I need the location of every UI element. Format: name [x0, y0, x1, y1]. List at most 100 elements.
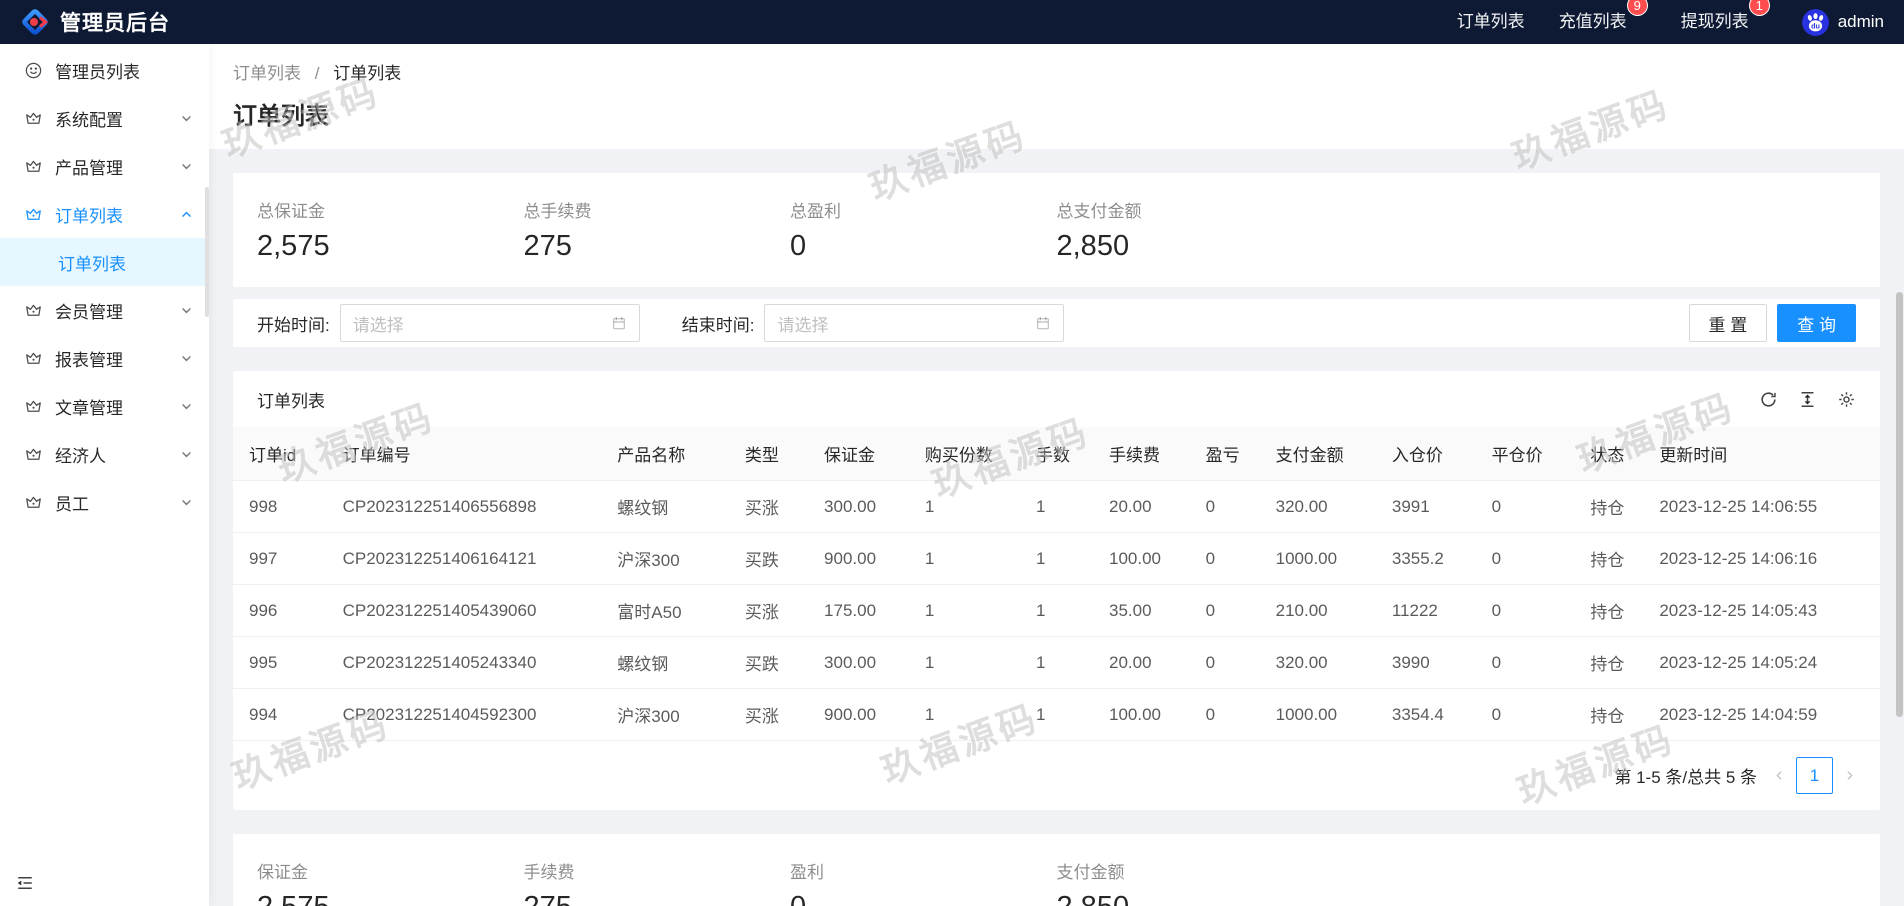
start-time-input[interactable]: 请选择 [339, 304, 640, 342]
content-area: 总保证金 2,575 总手续费 275 总盈利 0 总支付金额 2,850 开始时间: 请选择… [209, 149, 1904, 906]
prev-page-button[interactable] [1773, 769, 1786, 782]
breadcrumb-item[interactable]: 订单列表 [233, 64, 301, 83]
calendar-icon [1037, 317, 1050, 330]
table-cell: 1 [908, 480, 1020, 533]
page-number-button[interactable]: 1 [1796, 757, 1833, 794]
sidebar-item-label: 订单列表 [55, 206, 123, 226]
svg-text:du: du [1811, 21, 1820, 30]
setting-icon[interactable] [1837, 390, 1856, 409]
crown-icon [24, 349, 43, 368]
table-row-2: 996 CP202312251405439060 富时A50 买涨 175.00 1 1 35… [233, 584, 1880, 637]
stat-1: 总手续费 275 [524, 197, 791, 263]
table-row-3: 995 CP202312251405243340 螺纹钢 买跌 300.00 1 1 20.0… [233, 636, 1880, 689]
sidebar-item-label: 系统配置 [55, 110, 123, 130]
table-cell: 买涨 [728, 584, 809, 637]
table-cell: 900.00 [808, 532, 909, 585]
table-cell: 320.00 [1259, 636, 1376, 689]
start-time-label: 开始时间: [257, 315, 330, 335]
table-cell: 210.00 [1259, 584, 1376, 637]
sidebar-item-9[interactable]: 员工 [0, 478, 209, 526]
chevron-down-icon [180, 496, 193, 509]
table-header-row: 订单id 订单编号 产品名称 类型 保证金 购买份数 手数 手续费 盈亏 支付金额 入仓价 平仓价 状态… [233, 427, 1880, 481]
page-header: 订单列表 / 订单列表 订单列表 [209, 44, 1904, 149]
reload-icon[interactable] [1759, 390, 1778, 409]
stat-1: 手续费 275 [524, 858, 791, 906]
stat-label: 保证金 [257, 863, 308, 882]
table-cell: 2023-12-25 14:04:59 [1643, 688, 1880, 741]
column-header: 手续费 [1092, 427, 1190, 481]
crown-icon [24, 205, 43, 224]
table-cell: CP202312251404592300 [326, 688, 602, 741]
sidebar-item-2[interactable]: 产品管理 [0, 142, 209, 190]
stat-value: 2,575 [257, 230, 330, 262]
column-header: 类型 [728, 427, 809, 481]
next-page-button[interactable] [1843, 769, 1856, 782]
column-header: 状态 [1574, 427, 1644, 481]
orders-table: 订单id 订单编号 产品名称 类型 保证金 购买份数 手数 手续费 盈亏 支付金额 入仓价 平仓价 状态… [233, 427, 1880, 741]
search-button[interactable]: 查 询 [1777, 304, 1856, 342]
stat-value: 275 [524, 891, 791, 906]
scrollbar[interactable] [1896, 292, 1903, 717]
column-header: 平仓价 [1475, 427, 1575, 481]
nav-link-1[interactable]: 充值列表9 [1542, 0, 1664, 31]
table-toolbar [1759, 390, 1856, 409]
sidebar-collapse-button[interactable] [0, 864, 209, 906]
table-cell: 997 [233, 532, 327, 585]
table-cell: 沪深300 [601, 532, 729, 585]
column-height-icon[interactable] [1798, 390, 1817, 409]
table-cell: 900.00 [808, 688, 909, 741]
chevron-down-icon [180, 304, 193, 317]
user-menu[interactable]: du admin [1801, 8, 1884, 36]
sidebar-item-7[interactable]: 文章管理 [0, 382, 209, 430]
stat-label: 支付金额 [1056, 863, 1125, 882]
smile-icon [24, 61, 43, 80]
end-time-input[interactable]: 请选择 [764, 304, 1065, 342]
sidebar-item-0[interactable]: 管理员列表 [0, 46, 209, 94]
nav-link-0[interactable]: 订单列表 [1440, 12, 1542, 31]
table-cell: 3990 [1375, 636, 1476, 689]
start-time-filter: 开始时间: 请选择 [257, 304, 640, 342]
table-cell: 1 [1019, 636, 1093, 689]
stat-value: 2,850 [1057, 891, 1324, 906]
sidebar-item-label: 订单列表 [58, 254, 126, 274]
sidebar-item-label: 产品管理 [55, 158, 123, 178]
navbar-links: 订单列表 充值列表9提现列表1 [1440, 0, 1786, 44]
table-cell: 0 [1189, 532, 1260, 585]
chevron-up-icon [180, 208, 193, 221]
username[interactable]: admin [1838, 12, 1884, 32]
sidebar-item-8[interactable]: 经济人 [0, 430, 209, 478]
orders-table-card: 订单列表 订单id 订单编号 产品名称 类型 保证金 购买份数 手数 手续费 盈亏 支付金额 入仓价… [233, 371, 1880, 810]
crown-icon [24, 397, 43, 416]
stat-3: 支付金额 2,850 [1057, 858, 1324, 906]
stat-2: 总盈利 0 [790, 197, 1057, 263]
table-cell: 1 [1019, 584, 1093, 637]
table-cell: CP202312251405439060 [326, 584, 602, 637]
breadcrumb-current: 订单列表 [333, 64, 402, 83]
page-title: 订单列表 [233, 103, 329, 130]
breadcrumb: 订单列表 / 订单列表 [233, 59, 1880, 84]
nav-link-2[interactable]: 提现列表1 [1664, 0, 1786, 31]
calendar-icon [612, 317, 625, 330]
pagination-summary: 第 1-5 条/总共 5 条 [1614, 768, 1757, 787]
table-cell: 0 [1475, 480, 1575, 533]
pagination: 第 1-5 条/总共 5 条 1 [233, 741, 1880, 810]
sidebar-item-3[interactable]: 订单列表 [0, 190, 209, 238]
table-cell: 20.00 [1092, 480, 1190, 533]
table-row-4: 994 CP202312251404592300 沪深300 买涨 900.00 1 1 10… [233, 688, 1880, 741]
table-cell: 35.00 [1092, 584, 1190, 637]
sidebar-scrollbar[interactable] [205, 187, 209, 317]
table-cell: 320.00 [1259, 480, 1376, 533]
sidebar-item-6[interactable]: 报表管理 [0, 334, 209, 382]
table-cell: 100.00 [1092, 532, 1190, 585]
sidebar-item-5[interactable]: 会员管理 [0, 286, 209, 334]
avatar[interactable]: du [1801, 8, 1829, 36]
sidebar-item-4[interactable]: 订单列表 [0, 238, 209, 286]
table-cell: 2023-12-25 14:05:24 [1643, 636, 1880, 689]
app-logo-icon [20, 7, 50, 37]
sidebar-item-1[interactable]: 系统配置 [0, 94, 209, 142]
reset-button[interactable]: 重 置 [1688, 304, 1768, 342]
table-cell: 0 [1189, 636, 1260, 689]
table-cell: 买跌 [728, 636, 809, 689]
column-header: 保证金 [808, 427, 909, 481]
crown-icon [24, 301, 43, 320]
